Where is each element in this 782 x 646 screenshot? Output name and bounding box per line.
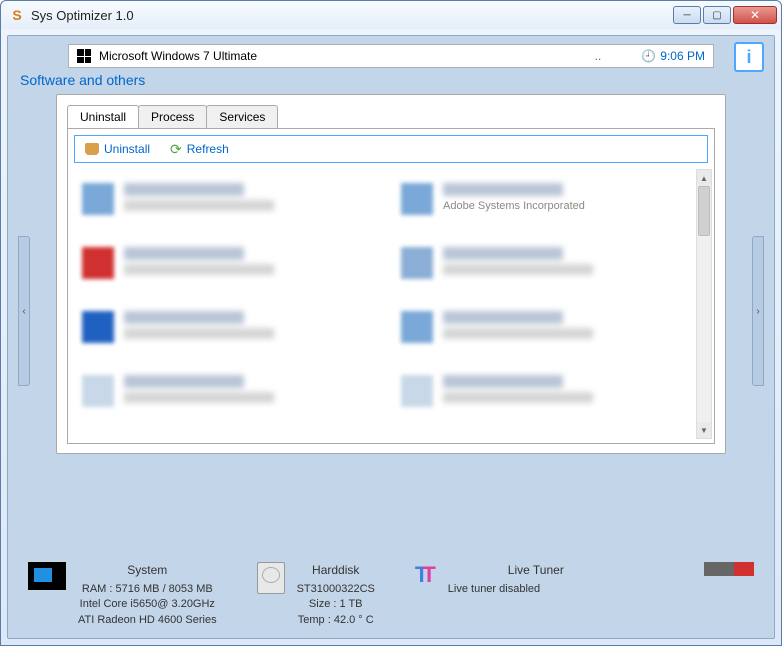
list-item[interactable] bbox=[82, 247, 371, 297]
tab-content: Uninstall ⟳ Refresh bbox=[67, 128, 715, 444]
main-panel: Uninstall Process Services Uninstall ⟳ R… bbox=[56, 94, 726, 454]
uninstall-icon bbox=[85, 143, 99, 155]
refresh-icon: ⟳ bbox=[170, 141, 182, 158]
right-panel-handle[interactable]: › bbox=[752, 236, 764, 386]
app-icon: S bbox=[9, 7, 25, 23]
app-list: Adobe Systems Incorporated bbox=[68, 169, 714, 439]
harddisk-icon bbox=[257, 562, 285, 594]
toolbar: Uninstall ⟳ Refresh bbox=[74, 135, 708, 163]
status-bar: System RAM : 5716 MB / 8053 MB Intel Cor… bbox=[28, 562, 754, 628]
list-item[interactable] bbox=[82, 183, 371, 233]
system-status: System RAM : 5716 MB / 8053 MB Intel Cor… bbox=[28, 562, 217, 628]
tuner-heading: Live Tuner bbox=[508, 562, 564, 579]
app-publisher: Adobe Systems Incorporated bbox=[443, 200, 585, 212]
left-panel-handle[interactable]: ‹ bbox=[18, 236, 30, 386]
uninstall-button[interactable]: Uninstall bbox=[85, 142, 150, 156]
tuner-icon bbox=[415, 562, 436, 628]
minimize-button[interactable]: ─ bbox=[673, 6, 701, 24]
os-info-bar: Microsoft Windows 7 Ultimate .. 🕘 9:06 P… bbox=[68, 44, 714, 68]
list-item[interactable] bbox=[401, 247, 690, 297]
scroll-thumb[interactable] bbox=[698, 186, 710, 236]
tuner-bar bbox=[704, 562, 754, 576]
scroll-up-button[interactable]: ▲ bbox=[697, 170, 711, 186]
windows-logo-icon bbox=[77, 49, 91, 63]
gpu-info: ATI Radeon HD 4600 Series bbox=[78, 613, 217, 628]
tab-process[interactable]: Process bbox=[138, 105, 207, 128]
close-button[interactable]: ✕ bbox=[733, 6, 777, 24]
cpu-info: Intel Core i5650@ 3.20GHz bbox=[78, 597, 217, 612]
harddisk-heading: Harddisk bbox=[297, 562, 375, 579]
titlebar: S Sys Optimizer 1.0 ─ ▢ ✕ bbox=[1, 1, 781, 29]
list-item[interactable] bbox=[401, 375, 690, 425]
list-item[interactable] bbox=[82, 375, 371, 425]
tuner-status: Live Tuner Live tuner disabled bbox=[415, 562, 754, 628]
tuner-state: Live tuner disabled bbox=[448, 582, 564, 597]
section-title: Software and others bbox=[20, 72, 774, 88]
refresh-label: Refresh bbox=[187, 142, 229, 156]
clock-icon: 🕘 bbox=[641, 49, 656, 63]
scrollbar[interactable]: ▲ ▼ bbox=[696, 169, 712, 439]
uninstall-label: Uninstall bbox=[104, 142, 150, 156]
tab-uninstall[interactable]: Uninstall bbox=[67, 105, 139, 128]
time-display: 9:06 PM bbox=[660, 49, 705, 63]
tab-services[interactable]: Services bbox=[206, 105, 278, 128]
maximize-button[interactable]: ▢ bbox=[703, 6, 731, 24]
system-heading: System bbox=[78, 562, 217, 579]
hdd-model: ST31000322CS bbox=[297, 582, 375, 597]
loading-dots: .. bbox=[595, 49, 602, 63]
os-name: Microsoft Windows 7 Ultimate bbox=[99, 49, 595, 63]
hdd-temp: Temp : 42.0 ° C bbox=[297, 613, 375, 628]
refresh-button[interactable]: ⟳ Refresh bbox=[170, 141, 229, 158]
list-item[interactable]: Adobe Systems Incorporated bbox=[401, 183, 690, 233]
harddisk-status: Harddisk ST31000322CS Size : 1 TB Temp :… bbox=[257, 562, 375, 628]
hdd-size: Size : 1 TB bbox=[297, 597, 375, 612]
info-button[interactable]: i bbox=[734, 42, 764, 72]
list-item[interactable] bbox=[82, 311, 371, 361]
window-title: Sys Optimizer 1.0 bbox=[31, 8, 673, 23]
scroll-down-button[interactable]: ▼ bbox=[697, 422, 711, 438]
list-item[interactable] bbox=[401, 311, 690, 361]
ram-info: RAM : 5716 MB / 8053 MB bbox=[78, 582, 217, 597]
monitor-icon bbox=[28, 562, 66, 590]
